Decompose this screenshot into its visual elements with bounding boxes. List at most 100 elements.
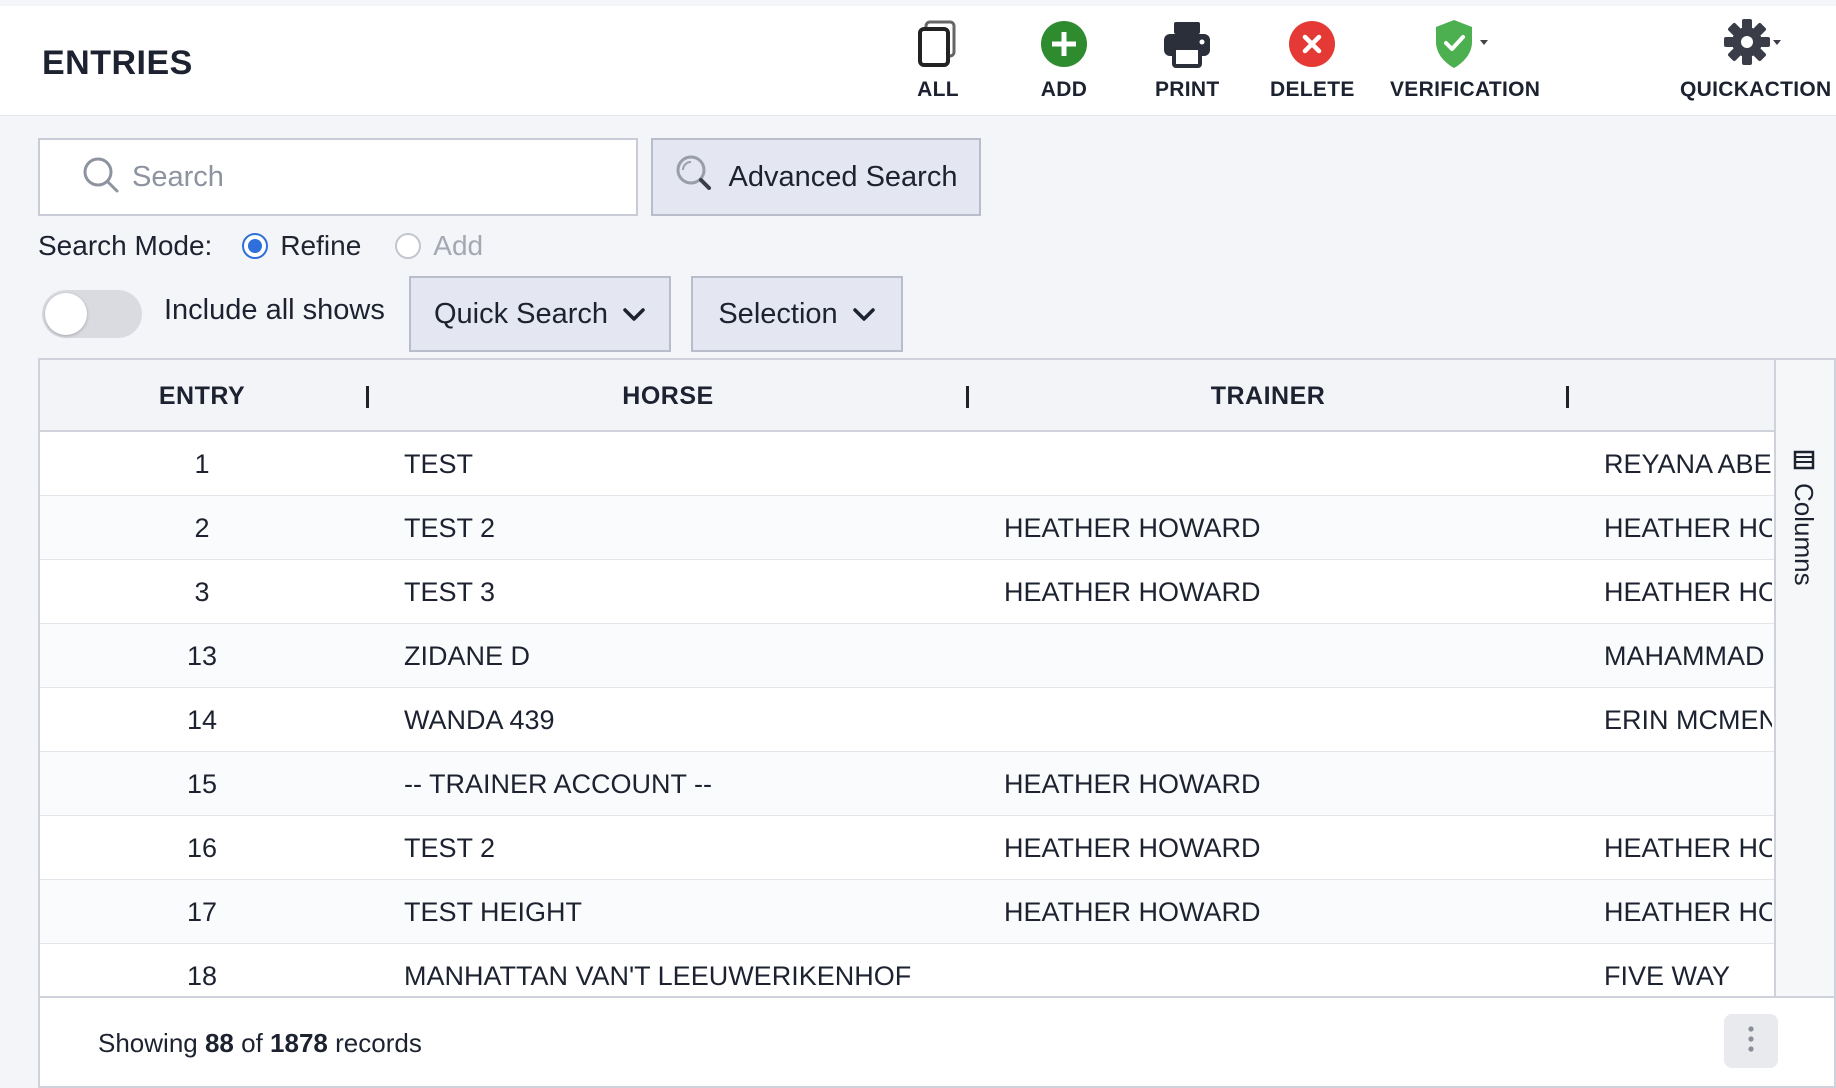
grid-header: ENTRY HORSE TRAINER bbox=[40, 360, 1774, 432]
table-row[interactable]: 16 TEST 2 HEATHER HOWARD HEATHER HO bbox=[40, 816, 1774, 880]
quickaction-button-label: QUICKACTION bbox=[1680, 78, 1832, 101]
table-row[interactable]: 15 -- TRAINER ACCOUNT -- HEATHER HOWARD bbox=[40, 752, 1774, 816]
copy-icon bbox=[914, 14, 962, 74]
owner-cell bbox=[1604, 752, 1772, 816]
refine-radio[interactable]: Refine bbox=[242, 230, 361, 262]
record-count-shown: 88 bbox=[204, 1028, 234, 1058]
trainer-cell: HEATHER HOWARD bbox=[1004, 768, 1261, 799]
refine-radio-label: Refine bbox=[280, 230, 362, 261]
search-input[interactable] bbox=[132, 160, 602, 194]
search-box[interactable] bbox=[38, 138, 638, 216]
chevron-down-icon bbox=[622, 298, 646, 331]
quick-search-dropdown[interactable]: Quick Search bbox=[409, 276, 671, 352]
add-button-label: ADD bbox=[1040, 78, 1088, 101]
trainer-cell: HEATHER HOWARD bbox=[1004, 576, 1261, 607]
entry-cell: 2 bbox=[194, 512, 210, 543]
include-all-shows-label: Include all shows bbox=[164, 294, 385, 326]
trainer-cell bbox=[1004, 432, 1584, 496]
trainer-cell bbox=[1004, 688, 1584, 752]
owner-cell: MAHAMMAD bbox=[1604, 640, 1765, 671]
columns-tab[interactable]: Columns bbox=[1788, 450, 1819, 586]
entry-cell: 14 bbox=[186, 704, 218, 735]
vertical-dots-icon bbox=[1747, 1025, 1755, 1058]
search-icon bbox=[82, 156, 120, 199]
include-all-shows-toggle[interactable] bbox=[42, 290, 142, 338]
selection-dropdown[interactable]: Selection bbox=[691, 276, 903, 352]
owner-cell: HEATHER HO bbox=[1604, 576, 1772, 607]
record-count: Showing 88 of 1878 records bbox=[98, 1028, 422, 1059]
x-circle-icon bbox=[1288, 14, 1336, 74]
more-options-button[interactable] bbox=[1724, 1014, 1778, 1068]
delete-button-label: DELETE bbox=[1270, 78, 1355, 101]
trainer-cell: HEATHER HOWARD bbox=[1004, 832, 1261, 863]
add-radio[interactable]: Add bbox=[395, 230, 483, 262]
trainer-cell: HEATHER HOWARD bbox=[1004, 512, 1261, 543]
column-header-trainer[interactable]: TRAINER bbox=[970, 360, 1566, 432]
column-resizer[interactable] bbox=[1566, 386, 1569, 408]
record-count-of: of bbox=[241, 1028, 263, 1058]
add-button[interactable]: ADD bbox=[1040, 14, 1088, 102]
print-button-label: PRINT bbox=[1155, 78, 1220, 101]
entries-grid: ENTRY HORSE TRAINER 1 TEST REYANA ABE 2 … bbox=[38, 358, 1836, 1088]
column-header-entry[interactable]: ENTRY bbox=[40, 360, 364, 432]
record-count-suffix: records bbox=[335, 1028, 422, 1058]
table-row[interactable]: 17 TEST HEIGHT HEATHER HOWARD HEATHER HO bbox=[40, 880, 1774, 944]
all-button-label: ALL bbox=[917, 78, 959, 101]
owner-cell: HEATHER HO bbox=[1604, 512, 1772, 543]
advanced-search-label: Advanced Search bbox=[728, 160, 958, 193]
column-resizer[interactable] bbox=[966, 386, 969, 408]
column-header-horse[interactable]: HORSE bbox=[370, 360, 966, 432]
trainer-cell bbox=[1004, 624, 1584, 688]
selection-label: Selection bbox=[718, 297, 838, 330]
chevron-down-icon bbox=[852, 298, 876, 331]
record-count-prefix: Showing bbox=[98, 1028, 198, 1058]
grid-footer: Showing 88 of 1878 records bbox=[40, 996, 1834, 1086]
owner-cell: ERIN MCMEN bbox=[1604, 704, 1772, 735]
column-resizer[interactable] bbox=[366, 386, 369, 408]
trainer-cell: HEATHER HOWARD bbox=[1004, 896, 1261, 927]
printer-icon bbox=[1162, 14, 1212, 74]
column-header-owner[interactable] bbox=[1570, 360, 1774, 432]
table-row[interactable]: 1 TEST REYANA ABE bbox=[40, 432, 1774, 496]
horse-cell: WANDA 439 bbox=[404, 704, 555, 735]
quick-search-label: Quick Search bbox=[433, 297, 609, 330]
columns-side-panel: Columns bbox=[1774, 360, 1834, 996]
plus-circle-icon bbox=[1040, 14, 1088, 74]
horse-cell: TEST 2 bbox=[404, 512, 496, 543]
owner-cell: REYANA ABE bbox=[1604, 448, 1772, 479]
verification-button[interactable]: VERIFICATION bbox=[1390, 14, 1540, 102]
horse-cell: TEST 2 bbox=[404, 832, 496, 863]
horse-cell: TEST 3 bbox=[404, 576, 496, 607]
shield-check-icon bbox=[1432, 14, 1498, 74]
table-row[interactable]: 2 TEST 2 HEATHER HOWARD HEATHER HO bbox=[40, 496, 1774, 560]
entry-cell: 13 bbox=[186, 640, 218, 671]
horse-cell: TEST HEIGHT bbox=[404, 896, 583, 927]
columns-tab-label: Columns bbox=[1789, 483, 1819, 586]
all-button[interactable]: ALL bbox=[914, 14, 962, 102]
advanced-search-button[interactable]: Advanced Search bbox=[651, 138, 981, 216]
page-title: ENTRIES bbox=[42, 44, 193, 82]
entry-cell: 17 bbox=[186, 896, 218, 927]
search-mode-row: Search Mode: Refine Add bbox=[38, 224, 517, 268]
entry-cell: 16 bbox=[186, 832, 218, 863]
delete-button[interactable]: DELETE bbox=[1270, 14, 1355, 102]
table-row[interactable]: 13 ZIDANE D MAHAMMAD bbox=[40, 624, 1774, 688]
horse-cell: TEST bbox=[404, 448, 474, 479]
grid-body: 1 TEST REYANA ABE 2 TEST 2 HEATHER HOWAR… bbox=[40, 432, 1774, 1008]
record-count-total: 1878 bbox=[270, 1028, 328, 1058]
owner-cell: HEATHER HO bbox=[1604, 832, 1772, 863]
table-row[interactable]: 3 TEST 3 HEATHER HOWARD HEATHER HO bbox=[40, 560, 1774, 624]
top-toolbar: ENTRIES ALL ADD PRINT DELETE VERIFICATIO… bbox=[0, 6, 1836, 116]
verification-button-label: VERIFICATION bbox=[1390, 78, 1541, 101]
columns-icon bbox=[1793, 450, 1815, 475]
main-panel: Advanced Search Search Mode: Refine Add … bbox=[12, 118, 1836, 1088]
gear-icon bbox=[1723, 14, 1789, 74]
quickaction-button[interactable]: QUICKACTION bbox=[1680, 14, 1831, 102]
print-button[interactable]: PRINT bbox=[1155, 14, 1220, 102]
advanced-search-icon bbox=[675, 154, 713, 200]
table-row[interactable]: 14 WANDA 439 ERIN MCMEN bbox=[40, 688, 1774, 752]
add-radio-dot bbox=[395, 233, 422, 259]
horse-cell: -- TRAINER ACCOUNT -- bbox=[404, 768, 713, 799]
add-radio-label: Add bbox=[433, 230, 484, 261]
owner-cell: HEATHER HO bbox=[1604, 896, 1772, 927]
